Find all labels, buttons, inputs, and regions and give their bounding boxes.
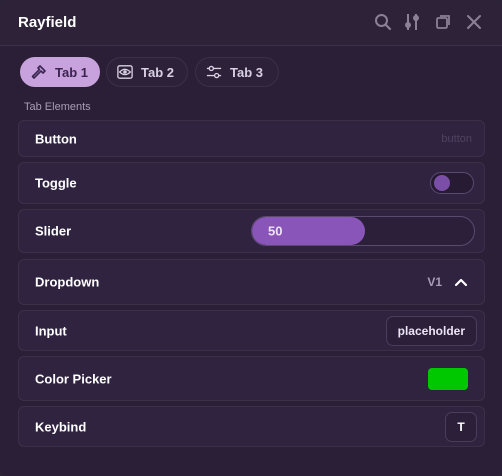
toggle-label: Toggle <box>35 175 77 191</box>
rayfield-window: Rayfield Tab 1 Tab 2 Tab 3 Tab Elements … <box>0 0 502 476</box>
toggle-element: Toggle <box>18 162 485 204</box>
color-picker-label: Color Picker <box>35 371 112 386</box>
tab-2[interactable]: Tab 2 <box>106 57 188 87</box>
tab-1[interactable]: Tab 1 <box>20 57 100 87</box>
settings-sliders-icon[interactable] <box>401 11 423 33</box>
search-icon[interactable] <box>372 11 394 33</box>
dropdown-selected-value: V1 <box>427 275 442 289</box>
minimize-icon[interactable] <box>432 11 454 33</box>
input-label: Input <box>35 323 67 338</box>
slider-label: Slider <box>35 223 72 239</box>
title-bar: Rayfield <box>0 0 502 46</box>
tab-1-label: Tab 1 <box>55 64 88 80</box>
sliders-icon <box>206 64 222 80</box>
keybind-key[interactable]: T <box>445 411 477 442</box>
button-label: Button <box>35 131 77 146</box>
tab-3[interactable]: Tab 3 <box>195 57 279 87</box>
toggle-knob <box>434 175 450 191</box>
window-title: Rayfield <box>18 14 77 31</box>
keybind-label: Keybind <box>35 419 87 434</box>
section-title: Tab Elements <box>24 101 91 113</box>
keybind-element: Keybind T <box>18 406 485 447</box>
hammer-icon <box>31 64 47 80</box>
button-element[interactable]: Button button <box>18 120 485 157</box>
tab-3-label: Tab 3 <box>230 64 263 80</box>
button-hint: button <box>441 132 472 145</box>
slider-track[interactable]: 50 <box>251 216 475 246</box>
color-swatch[interactable] <box>428 367 468 390</box>
slider-value: 50 <box>268 223 283 239</box>
eye-icon <box>117 64 133 80</box>
input-element: Input placeholder <box>18 310 485 351</box>
tab-2-label: Tab 2 <box>141 64 174 80</box>
dropdown-element[interactable]: Dropdown V1 <box>18 259 485 305</box>
close-icon[interactable] <box>463 11 485 33</box>
toggle-switch[interactable] <box>430 172 474 194</box>
text-input[interactable]: placeholder <box>385 315 477 346</box>
slider-element: Slider 50 <box>18 209 485 253</box>
dropdown-label: Dropdown <box>35 274 100 290</box>
chevron-up-icon[interactable] <box>454 275 468 289</box>
color-picker-element: Color Picker <box>18 356 485 401</box>
